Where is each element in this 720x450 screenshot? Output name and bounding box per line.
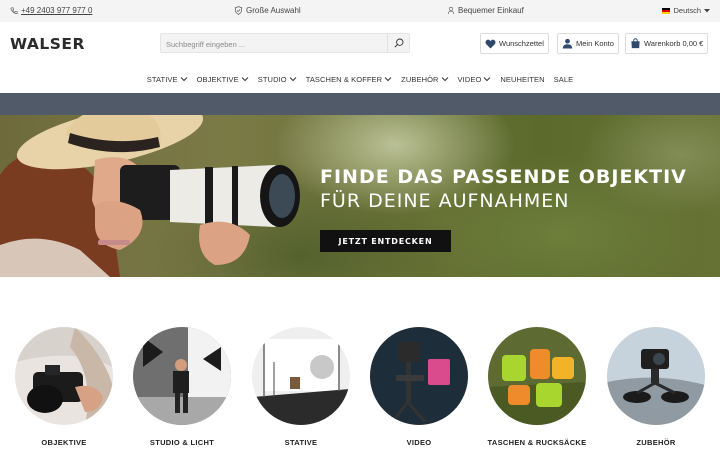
top-bar: +49 2403 977 977 0 Große Auswahl Bequeme… [0, 0, 720, 22]
category-label[interactable]: STUDIO & LICHT [132, 438, 232, 447]
user-icon [447, 6, 455, 15]
usp-shopping-label: Bequemer Einkauf [458, 6, 524, 15]
hero-banner[interactable]: FINDE DAS PASSENDE OBJEKTIV FÜR DEINE AU… [0, 115, 720, 277]
chevron-down-icon [484, 77, 491, 82]
shield-check-icon [234, 6, 243, 15]
account-icon [562, 38, 573, 49]
nav-label: VIDEO [457, 74, 482, 84]
nav-label: STUDIO [257, 74, 287, 84]
hero-subline: FÜR DEINE AUFNAHMEN [320, 190, 570, 212]
nav-item-zubehoer[interactable]: ZUBEHÖR [401, 75, 448, 84]
category-image[interactable] [488, 327, 586, 425]
category-image[interactable] [252, 327, 350, 425]
nav-label: STATIVE [146, 74, 178, 84]
nav-label: NEUHEITEN [500, 74, 545, 84]
account-button[interactable]: Mein Konto [557, 33, 619, 54]
category-label[interactable]: VIDEO [369, 438, 469, 447]
nav-item-video[interactable]: VIDEO [458, 75, 492, 84]
category-studio-licht[interactable]: STUDIO & LICHT [132, 327, 232, 447]
category-photo-stative [252, 327, 350, 425]
category-photo-studio [133, 327, 231, 425]
chevron-down-icon [441, 77, 448, 82]
hero-headline: FINDE DAS PASSENDE OBJEKTIV [320, 166, 687, 188]
search-input[interactable] [161, 35, 381, 54]
nav-item-neuheiten[interactable]: NEUHEITEN [500, 75, 544, 84]
category-photo-taschen [488, 327, 586, 425]
category-label[interactable]: STATIVE [251, 438, 351, 447]
nav-item-taschen-koffer[interactable]: TASCHEN & KOFFER [306, 75, 392, 84]
category-label[interactable]: OBJEKTIVE [14, 438, 114, 447]
nav-label: OBJEKTIVE [196, 74, 239, 84]
usp-assortment: Große Auswahl [234, 6, 301, 15]
nav-item-objektive[interactable]: OBJEKTIVE [197, 75, 249, 84]
nav-label: ZUBEHÖR [401, 74, 439, 84]
usp-shopping: Bequemer Einkauf [447, 6, 524, 15]
category-photo-zubehoer [607, 327, 705, 425]
phone-number[interactable]: +49 2403 977 977 0 [21, 6, 92, 15]
language-label: Deutsch [673, 6, 701, 15]
chevron-down-icon [241, 77, 249, 82]
category-grid: OBJEKTIVE STUDIO & LICHT STATIVE VIDEO T… [0, 327, 720, 450]
nav-label: SALE [553, 74, 574, 84]
header: WALSER Wunschzettel Mein Konto Warenkorb… [0, 22, 720, 65]
phone-link[interactable]: +49 2403 977 977 0 [10, 6, 92, 15]
wishlist-button[interactable]: Wunschzettel [480, 33, 549, 54]
nav-label: TASCHEN & KOFFER [305, 74, 383, 84]
caret-down-icon [704, 8, 710, 12]
search-icon [393, 38, 403, 48]
category-taschen-rucksaecke[interactable]: TASCHEN & RUCKSÄCKE [487, 327, 587, 447]
category-objektive[interactable]: OBJEKTIVE [14, 327, 114, 447]
nav-item-sale[interactable]: SALE [554, 75, 574, 84]
category-image[interactable] [607, 327, 705, 425]
category-label[interactable]: TASCHEN & RUCKSÄCKE [487, 438, 587, 447]
nav-item-stative[interactable]: STATIVE [147, 75, 188, 84]
chevron-down-icon [289, 77, 297, 82]
category-photo-video [370, 327, 468, 425]
search-button[interactable] [387, 34, 409, 52]
category-video[interactable]: VIDEO [369, 327, 469, 447]
cart-button[interactable]: Warenkorb 0,00 € [625, 33, 709, 54]
phone-icon [10, 6, 18, 14]
category-image[interactable] [15, 327, 113, 425]
cart-label: Warenkorb 0,00 € [644, 39, 704, 48]
cart-icon [631, 38, 640, 49]
account-label: Mein Konto [576, 39, 614, 48]
hero-photo-photographer [0, 115, 300, 277]
category-stative[interactable]: STATIVE [251, 327, 351, 447]
wishlist-label: Wunschzettel [499, 39, 544, 48]
usp-assortment-label: Große Auswahl [246, 6, 301, 15]
chevron-down-icon [180, 77, 187, 82]
category-image[interactable] [133, 327, 231, 425]
category-label[interactable]: ZUBEHÖR [606, 438, 706, 447]
main-navigation: STATIVE OBJEKTIVE STUDIO TASCHEN & KOFFE… [0, 65, 720, 93]
nav-item-studio[interactable]: STUDIO [258, 75, 297, 84]
category-photo-objektive [15, 327, 113, 425]
chevron-down-icon [384, 77, 392, 82]
category-image[interactable] [370, 327, 468, 425]
logo[interactable]: WALSER [10, 35, 85, 53]
germany-flag-icon [662, 7, 671, 14]
language-selector[interactable]: Deutsch [662, 6, 710, 15]
heart-icon [485, 39, 496, 49]
info-band [0, 93, 720, 115]
category-zubehoer[interactable]: ZUBEHÖR [606, 327, 706, 447]
search-box [160, 33, 410, 54]
hero-cta-button[interactable]: JETZT ENTDECKEN [320, 230, 451, 252]
